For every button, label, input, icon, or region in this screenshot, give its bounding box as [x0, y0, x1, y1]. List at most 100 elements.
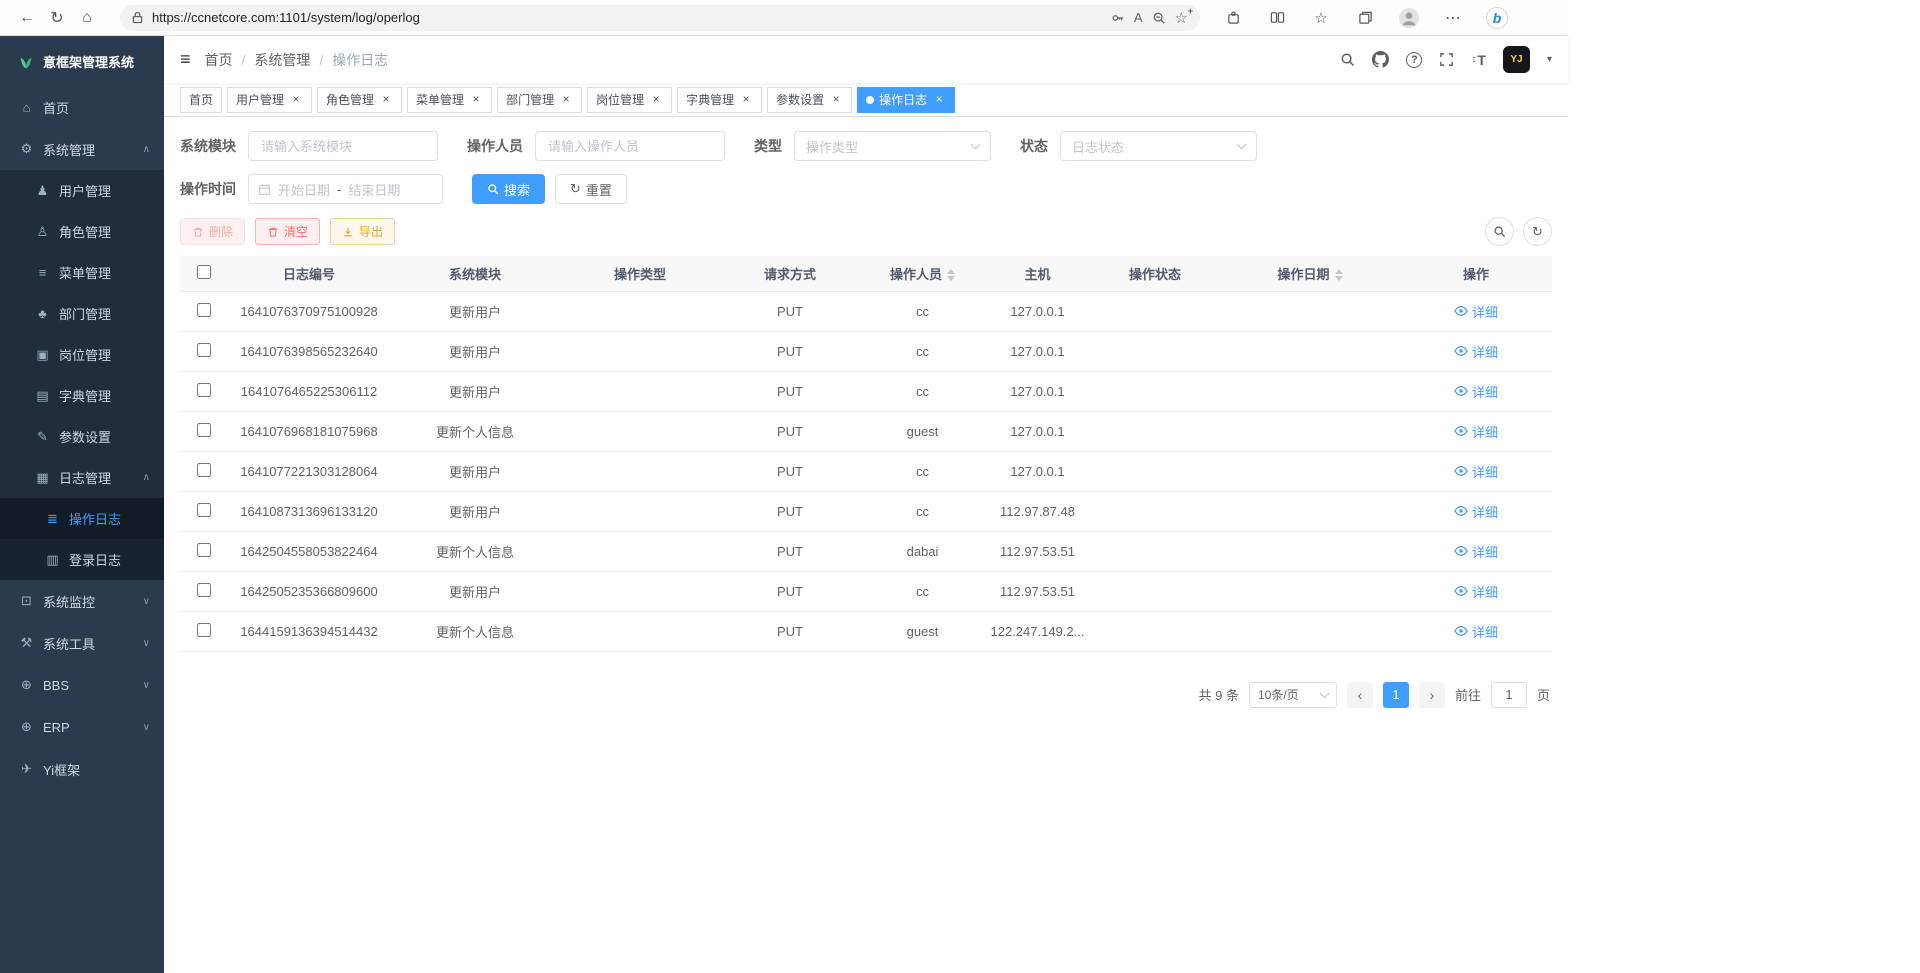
tab-dict-management[interactable]: 字典管理 × [677, 87, 762, 113]
page-jump-input[interactable] [1491, 682, 1527, 708]
type-select[interactable]: 操作类型 [794, 131, 991, 161]
operator-input[interactable] [535, 131, 725, 161]
tab-close-icon[interactable]: × [739, 93, 753, 107]
breadcrumb-system-management[interactable]: 系统管理 [254, 50, 310, 70]
page-size-select[interactable]: 10条/页 [1249, 682, 1337, 708]
lock-icon[interactable] [132, 11, 143, 24]
key-icon[interactable] [1111, 11, 1125, 25]
sidebar-item-dict-management[interactable]: ▤ 字典管理 [0, 375, 164, 416]
help-icon[interactable]: ? [1406, 52, 1422, 68]
sidebar-item-login-log[interactable]: ▥ 登录日志 [0, 539, 164, 580]
tab-user-management[interactable]: 用户管理 × [227, 87, 312, 113]
detail-link[interactable]: 详细 [1454, 582, 1498, 601]
reset-button[interactable]: ↻ 重置 [555, 174, 627, 204]
status-select[interactable]: 日志状态 [1060, 131, 1257, 161]
browser-home-button[interactable]: ⌂ [72, 3, 102, 33]
extensions-icon[interactable] [1218, 3, 1248, 33]
app-title: 意框架管理系统 [43, 52, 134, 71]
sidebar-item-system-monitor[interactable]: ⊡ 系统监控 [0, 580, 164, 622]
profile-avatar[interactable] [1394, 3, 1424, 33]
sidebar-item-erp[interactable]: ⊕ ERP [0, 706, 164, 748]
row-checkbox[interactable] [197, 583, 211, 597]
row-checkbox[interactable] [197, 343, 211, 357]
tab-close-icon[interactable]: × [559, 93, 573, 107]
toggle-search-button[interactable] [1485, 217, 1514, 246]
tab-close-icon[interactable]: × [649, 93, 663, 107]
favorites-icon[interactable]: ☆ [1306, 3, 1336, 33]
row-checkbox[interactable] [197, 303, 211, 317]
module-input[interactable] [248, 131, 438, 161]
detail-link[interactable]: 详细 [1454, 542, 1498, 561]
refresh-table-button[interactable]: ↻ [1523, 217, 1552, 246]
delete-button[interactable]: 删除 [180, 218, 245, 245]
caret-down-icon[interactable]: ▾ [1547, 54, 1552, 65]
sidebar-item-operation-log[interactable]: ≣ 操作日志 [0, 498, 164, 539]
tab-post-management[interactable]: 岗位管理 × [587, 87, 672, 113]
sidebar-item-system-tools[interactable]: ⚒ 系统工具 [0, 622, 164, 664]
split-screen-icon[interactable] [1262, 3, 1292, 33]
select-all-checkbox[interactable] [197, 265, 211, 279]
search-icon[interactable] [1340, 52, 1355, 67]
github-icon[interactable] [1372, 51, 1389, 68]
zoom-out-icon[interactable] [1152, 11, 1166, 25]
row-checkbox[interactable] [197, 623, 211, 637]
column-operator[interactable]: 操作人员 [860, 256, 985, 291]
sidebar-item-system-management[interactable]: ⚙ 系统管理 [0, 128, 164, 170]
sidebar-item-home[interactable]: ⌂ 首页 [0, 86, 164, 128]
detail-link[interactable]: 详细 [1454, 462, 1498, 481]
reload-button[interactable]: ↻ [42, 3, 72, 33]
font-size-icon[interactable]: ↕T [1471, 52, 1486, 68]
sidebar-item-param-settings[interactable]: ✎ 参数设置 [0, 416, 164, 457]
tab-dept-management[interactable]: 部门管理 × [497, 87, 582, 113]
date-range-picker[interactable]: 开始日期 - 结束日期 [248, 174, 443, 204]
prev-page-button[interactable]: ‹ [1347, 682, 1373, 708]
detail-link[interactable]: 详细 [1454, 342, 1498, 361]
tab-close-icon[interactable]: × [932, 93, 946, 107]
more-icon[interactable]: ⋯ [1438, 3, 1468, 33]
detail-link[interactable]: 详细 [1454, 302, 1498, 321]
address-bar[interactable]: https://ccnetcore.com:1101/system/log/op… [120, 5, 1200, 31]
row-checkbox[interactable] [197, 383, 211, 397]
sidebar-item-yi-framework[interactable]: ✈ Yi框架 [0, 748, 164, 790]
sidebar-item-user-management[interactable]: ♟ 用户管理 [0, 170, 164, 211]
sidebar-item-role-management[interactable]: ♙ 角色管理 [0, 211, 164, 252]
user-avatar[interactable]: YJ [1503, 46, 1530, 73]
tab-close-icon[interactable]: × [379, 93, 393, 107]
tab-close-icon[interactable]: × [289, 93, 303, 107]
row-checkbox[interactable] [197, 543, 211, 557]
detail-link[interactable]: 详细 [1454, 422, 1498, 441]
tab-role-management[interactable]: 角色管理 × [317, 87, 402, 113]
page-1-button[interactable]: 1 [1383, 682, 1409, 708]
copilot-bing-icon[interactable]: b [1482, 3, 1512, 33]
sidebar-item-bbs[interactable]: ⊕ BBS [0, 664, 164, 706]
hamburger-icon[interactable]: ≡ [180, 49, 191, 70]
export-button[interactable]: 导出 [330, 218, 395, 245]
next-page-button[interactable]: › [1419, 682, 1445, 708]
clear-button[interactable]: 清空 [255, 218, 320, 245]
collections-icon[interactable] [1350, 3, 1380, 33]
row-checkbox[interactable] [197, 463, 211, 477]
detail-link[interactable]: 详细 [1454, 502, 1498, 521]
tab-home[interactable]: 首页 × [180, 87, 222, 113]
tab-param-settings[interactable]: 参数设置 × [767, 87, 852, 113]
sidebar-item-menu-management[interactable]: ≡ 菜单管理 [0, 252, 164, 293]
tab-operation-log[interactable]: 操作日志 × [857, 87, 955, 113]
sidebar-item-post-management[interactable]: ▣ 岗位管理 [0, 334, 164, 375]
detail-link[interactable]: 详细 [1454, 382, 1498, 401]
tab-close-icon[interactable]: × [829, 93, 843, 107]
back-button[interactable]: ← [12, 3, 42, 33]
row-checkbox[interactable] [197, 503, 211, 517]
tab-menu-management[interactable]: 菜单管理 × [407, 87, 492, 113]
column-date[interactable]: 操作日期 [1220, 256, 1400, 291]
row-checkbox[interactable] [197, 423, 211, 437]
breadcrumb-home[interactable]: 首页 [205, 50, 233, 70]
read-aloud-icon[interactable]: A [1134, 10, 1143, 25]
tab-close-icon[interactable]: × [469, 93, 483, 107]
sidebar-item-dept-management[interactable]: ♣ 部门管理 [0, 293, 164, 334]
fullscreen-icon[interactable] [1439, 52, 1454, 67]
detail-link[interactable]: 详细 [1454, 622, 1498, 641]
sidebar-item-log-management[interactable]: ▦ 日志管理 [0, 457, 164, 498]
chevron-down-icon [1237, 140, 1247, 150]
add-favorite-icon[interactable]: ☆+ [1175, 9, 1188, 27]
search-button[interactable]: 搜索 [472, 174, 545, 204]
